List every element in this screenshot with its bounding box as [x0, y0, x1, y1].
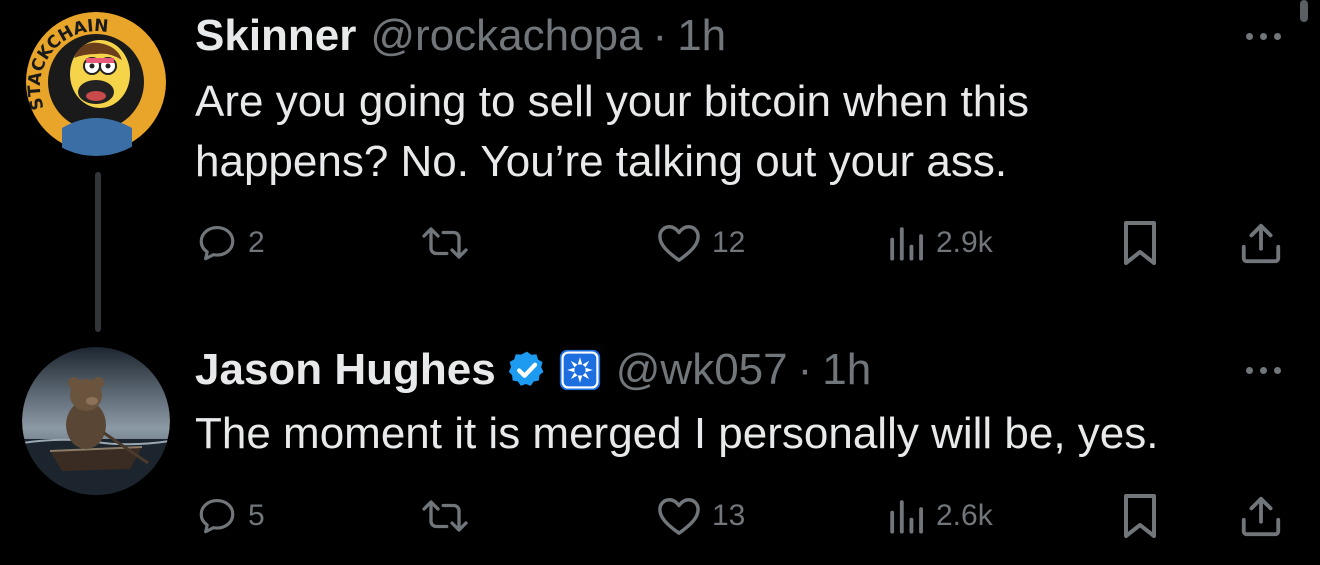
like-button[interactable]: 12	[656, 218, 745, 268]
reply-icon	[199, 499, 235, 534]
teddy-bear-boat-avatar-icon	[22, 347, 170, 495]
like-count: 13	[712, 499, 746, 532]
cartoon-avatar-icon: STACKCHAIN	[22, 8, 170, 156]
views-chart-icon	[890, 500, 923, 534]
avatar[interactable]	[22, 347, 170, 495]
bookmark-button[interactable]	[1118, 218, 1162, 268]
views-chart-icon	[890, 227, 923, 261]
views-button[interactable]: 2.6k	[886, 491, 993, 541]
separator-dot: ·	[797, 345, 813, 394]
affiliate-badge-icon	[559, 349, 600, 391]
display-name[interactable]: Jason Hughes	[195, 344, 496, 396]
share-icon	[1241, 223, 1281, 264]
display-name[interactable]: Skinner	[195, 10, 356, 62]
tweet-text: Are you going to sell your bitcoin when …	[195, 72, 1275, 192]
retweet-button[interactable]	[420, 491, 480, 541]
action-bar: 2 12 2.9k	[0, 218, 1320, 268]
avatar[interactable]: STACKCHAIN	[22, 8, 170, 156]
separator-dot: ·	[652, 11, 668, 60]
tweet-text-line: happens? No. You’re talking out your ass…	[195, 137, 1008, 186]
tweet[interactable]: Jason Hughes @wk057 · 1h The moment it i…	[0, 330, 1320, 565]
retweet-button[interactable]	[420, 218, 480, 268]
reply-button[interactable]: 5	[196, 491, 265, 541]
tweet-text-line: Are you going to sell your bitcoin when …	[195, 77, 1030, 126]
tweet-header: Skinner @rockachopa · 1h	[195, 10, 726, 62]
tweet-header: Jason Hughes @wk057 · 1h	[195, 344, 871, 396]
timestamp[interactable]: 1h	[822, 344, 871, 396]
bookmark-icon	[1124, 221, 1156, 265]
reply-icon	[199, 226, 235, 261]
reply-count: 5	[248, 499, 265, 532]
tweet-text-line: The moment it is merged I personally wil…	[195, 409, 1159, 458]
retweet-icon	[422, 500, 468, 532]
share-icon	[1241, 496, 1281, 537]
like-count: 12	[712, 226, 746, 259]
reply-button[interactable]: 2	[196, 218, 265, 268]
tweet-text: The moment it is merged I personally wil…	[195, 404, 1275, 464]
user-handle[interactable]: @rockachopa	[370, 10, 642, 62]
verified-badge[interactable]	[506, 349, 548, 391]
user-handle[interactable]: @wk057	[616, 344, 788, 396]
heart-icon	[658, 225, 700, 262]
heart-icon	[658, 498, 700, 535]
affiliate-badge[interactable]	[558, 348, 602, 392]
timestamp[interactable]: 1h	[677, 10, 726, 62]
share-button[interactable]	[1238, 491, 1284, 541]
share-button[interactable]	[1238, 218, 1284, 268]
view-count: 2.6k	[936, 499, 993, 532]
reply-count: 2	[248, 226, 265, 259]
action-bar: 5 13 2.6k	[0, 491, 1320, 541]
tweet[interactable]: STACKCHAIN Skinner @rockachopa · 1h Are …	[0, 0, 1320, 332]
bookmark-icon	[1124, 494, 1156, 538]
more-options-icon[interactable]	[1238, 362, 1288, 378]
more-options-icon[interactable]	[1238, 28, 1288, 44]
views-button[interactable]: 2.9k	[886, 218, 993, 268]
view-count: 2.9k	[936, 226, 993, 259]
retweet-icon	[422, 227, 468, 259]
verified-check-icon	[508, 351, 544, 386]
like-button[interactable]: 13	[656, 491, 745, 541]
bookmark-button[interactable]	[1118, 491, 1162, 541]
